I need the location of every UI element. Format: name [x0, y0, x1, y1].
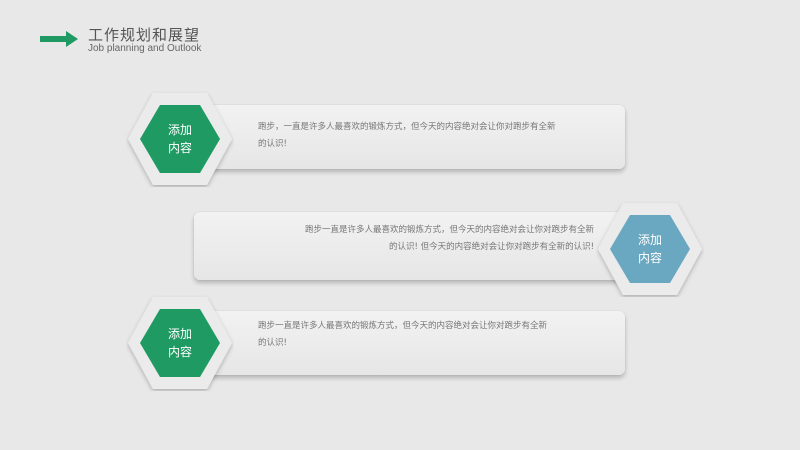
hex-badge-2: 添加 内容	[596, 201, 704, 297]
content-card-2: 跑步一直是许多人最喜欢的锻炼方式，但今天的内容绝对会让你对跑步有全新 的认识! …	[194, 212, 624, 280]
page-subtitle: Job planning and Outlook	[88, 43, 202, 54]
arrow-right-icon	[40, 31, 78, 47]
badge-label-2: 添加 内容	[637, 233, 662, 265]
hex-badge-1: 添加 内容	[126, 91, 234, 187]
content-card-1: 跑步，一直是许多人最喜欢的锻炼方式，但今天的内容绝对会让你对跑步有全新 的认识!	[205, 105, 625, 169]
hex-badge-3: 添加 内容	[126, 295, 234, 391]
content-card-3: 跑步一直是许多人最喜欢的锻炼方式，但今天的内容绝对会让你对跑步有全新 的认识!	[205, 311, 625, 375]
badge-label-1: 添加 内容	[167, 123, 192, 155]
card-text-2: 跑步一直是许多人最喜欢的锻炼方式，但今天的内容绝对会让你对跑步有全新 的认识! …	[304, 225, 594, 252]
badge-label-3: 添加 内容	[167, 327, 192, 359]
card-text-1: 跑步，一直是许多人最喜欢的锻炼方式，但今天的内容绝对会让你对跑步有全新 的认识!	[258, 122, 556, 149]
page-title: 工作规划和展望	[88, 26, 201, 44]
card-text-3: 跑步一直是许多人最喜欢的锻炼方式，但今天的内容绝对会让你对跑步有全新 的认识!	[258, 321, 548, 348]
